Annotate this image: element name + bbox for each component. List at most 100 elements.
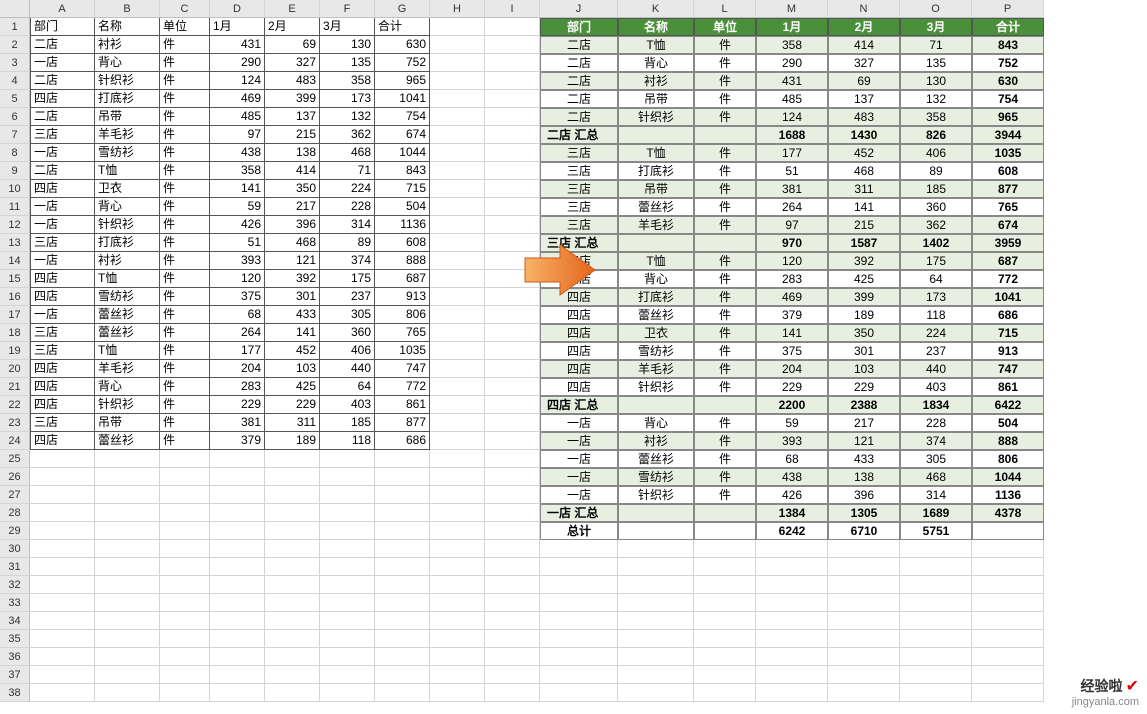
column-header[interactable]: O: [900, 0, 972, 18]
cell[interactable]: [95, 684, 160, 702]
cell[interactable]: [160, 684, 210, 702]
cell[interactable]: 504: [972, 414, 1044, 432]
cell[interactable]: [972, 540, 1044, 558]
cell[interactable]: [265, 612, 320, 630]
cell[interactable]: 雪纺衫: [95, 288, 160, 306]
cell[interactable]: 358: [320, 72, 375, 90]
cell[interactable]: [430, 360, 485, 378]
cell[interactable]: [485, 216, 540, 234]
cell[interactable]: 229: [210, 396, 265, 414]
cell[interactable]: [160, 522, 210, 540]
cell[interactable]: 311: [828, 180, 900, 198]
cell[interactable]: 327: [828, 54, 900, 72]
cell[interactable]: 三店: [540, 162, 618, 180]
cell[interactable]: 120: [210, 270, 265, 288]
cell[interactable]: 四店: [30, 378, 95, 396]
cell[interactable]: [756, 612, 828, 630]
cell[interactable]: 137: [828, 90, 900, 108]
cell[interactable]: [210, 576, 265, 594]
cell[interactable]: 69: [265, 36, 320, 54]
cell[interactable]: 141: [756, 324, 828, 342]
cell[interactable]: 747: [375, 360, 430, 378]
cell[interactable]: 四店: [30, 360, 95, 378]
row-header[interactable]: 5: [0, 90, 30, 108]
cell[interactable]: 部门: [540, 18, 618, 36]
cell[interactable]: [900, 594, 972, 612]
cell[interactable]: 765: [972, 198, 1044, 216]
cell[interactable]: 四店: [30, 288, 95, 306]
cell[interactable]: 715: [375, 180, 430, 198]
cell[interactable]: [972, 612, 1044, 630]
cell[interactable]: 290: [210, 54, 265, 72]
cell[interactable]: 1430: [828, 126, 900, 144]
cell[interactable]: 合计: [375, 18, 430, 36]
cell[interactable]: [828, 648, 900, 666]
cell[interactable]: 403: [320, 396, 375, 414]
cell[interactable]: [160, 450, 210, 468]
row-header[interactable]: 14: [0, 252, 30, 270]
cell[interactable]: 1689: [900, 504, 972, 522]
cell[interactable]: 608: [375, 234, 430, 252]
cell[interactable]: 件: [694, 324, 756, 342]
cell[interactable]: [540, 576, 618, 594]
cell[interactable]: [210, 594, 265, 612]
cell[interactable]: [618, 648, 694, 666]
cell[interactable]: 件: [694, 288, 756, 306]
cell[interactable]: [618, 396, 694, 414]
cell[interactable]: [265, 504, 320, 522]
cell[interactable]: 打底衫: [618, 162, 694, 180]
cell[interactable]: [265, 630, 320, 648]
cell[interactable]: 件: [160, 414, 210, 432]
cell[interactable]: 438: [756, 468, 828, 486]
cell[interactable]: [485, 180, 540, 198]
cell[interactable]: [618, 594, 694, 612]
cell[interactable]: 314: [900, 486, 972, 504]
cell[interactable]: [756, 576, 828, 594]
cell[interactable]: T恤: [618, 36, 694, 54]
row-header[interactable]: 9: [0, 162, 30, 180]
cell[interactable]: [828, 540, 900, 558]
cell[interactable]: 89: [320, 234, 375, 252]
cell[interactable]: 440: [320, 360, 375, 378]
cell[interactable]: [430, 270, 485, 288]
cell[interactable]: [210, 486, 265, 504]
cell[interactable]: 392: [828, 252, 900, 270]
cell[interactable]: 件: [160, 270, 210, 288]
cell[interactable]: [160, 594, 210, 612]
cell[interactable]: [95, 486, 160, 504]
cell[interactable]: 264: [210, 324, 265, 342]
cell[interactable]: [485, 540, 540, 558]
cell[interactable]: [972, 648, 1044, 666]
cell[interactable]: [430, 594, 485, 612]
cell[interactable]: [210, 540, 265, 558]
row-header[interactable]: 6: [0, 108, 30, 126]
cell[interactable]: [828, 558, 900, 576]
cell[interactable]: [95, 666, 160, 684]
row-header[interactable]: 22: [0, 396, 30, 414]
corner-cell[interactable]: [0, 0, 30, 18]
cell[interactable]: [694, 126, 756, 144]
cell[interactable]: 608: [972, 162, 1044, 180]
cell[interactable]: 1035: [972, 144, 1044, 162]
cell[interactable]: 四店: [540, 378, 618, 396]
cell[interactable]: 件: [160, 234, 210, 252]
cell[interactable]: 件: [160, 198, 210, 216]
cell[interactable]: 2388: [828, 396, 900, 414]
cell[interactable]: [265, 576, 320, 594]
cell[interactable]: [694, 234, 756, 252]
cell[interactable]: 431: [210, 36, 265, 54]
cell[interactable]: T恤: [95, 270, 160, 288]
cell[interactable]: 137: [265, 108, 320, 126]
cell[interactable]: 358: [900, 108, 972, 126]
cell[interactable]: 861: [972, 378, 1044, 396]
cell[interactable]: [430, 288, 485, 306]
cell[interactable]: 针织衫: [618, 378, 694, 396]
cell[interactable]: 二店: [540, 90, 618, 108]
cell[interactable]: [540, 612, 618, 630]
cell[interactable]: 358: [756, 36, 828, 54]
cell[interactable]: 打底衫: [618, 288, 694, 306]
cell[interactable]: [320, 666, 375, 684]
cell[interactable]: 674: [375, 126, 430, 144]
cell[interactable]: 2200: [756, 396, 828, 414]
column-header[interactable]: L: [694, 0, 756, 18]
